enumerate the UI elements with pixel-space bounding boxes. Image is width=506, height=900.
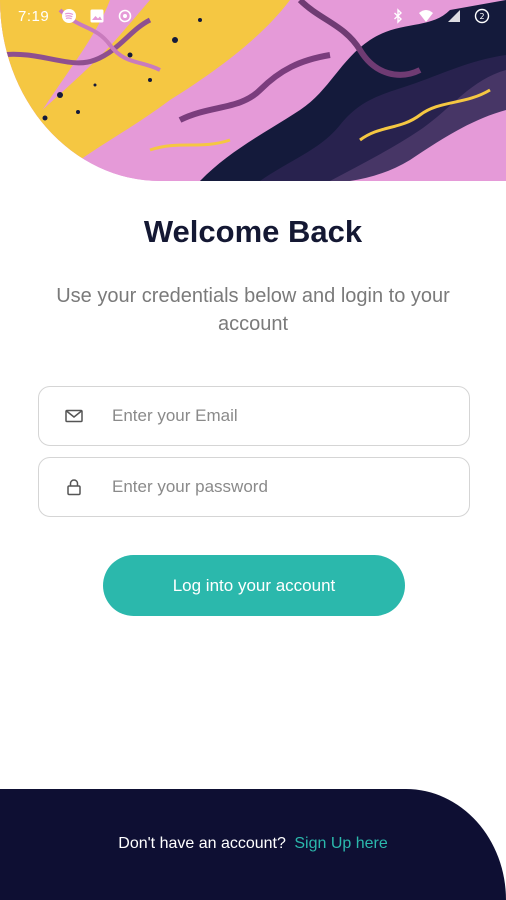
wifi-icon	[418, 8, 434, 24]
bluetooth-icon	[390, 8, 406, 24]
page-title: Welcome Back	[143, 214, 363, 249]
password-field[interactable]	[38, 457, 470, 517]
signup-link[interactable]: Sign Up here	[294, 835, 387, 852]
email-input[interactable]	[112, 396, 452, 436]
sync-icon	[117, 8, 133, 24]
password-input[interactable]	[112, 467, 452, 507]
status-time: 7:19	[18, 7, 50, 25]
signup-prompt: Don't have an account? Sign Up here	[0, 835, 506, 853]
battery-icon: 2	[474, 8, 490, 24]
signal-icon	[446, 8, 462, 24]
login-button[interactable]: Log into your account	[103, 555, 405, 616]
spotify-icon	[61, 8, 77, 24]
mail-icon	[64, 406, 84, 426]
image-icon	[89, 8, 105, 24]
footer: Don't have an account? Sign Up here	[0, 789, 506, 900]
svg-text:2: 2	[479, 12, 484, 21]
lock-icon	[64, 477, 84, 497]
page-subtitle: Use your credentials below and login to …	[56, 285, 450, 335]
signup-prompt-text: Don't have an account?	[118, 835, 286, 852]
email-field[interactable]	[38, 386, 470, 446]
login-screen: 7:19 2 Welcome Back Use your credentials…	[0, 0, 506, 900]
status-bar: 7:19 2	[0, 0, 506, 32]
